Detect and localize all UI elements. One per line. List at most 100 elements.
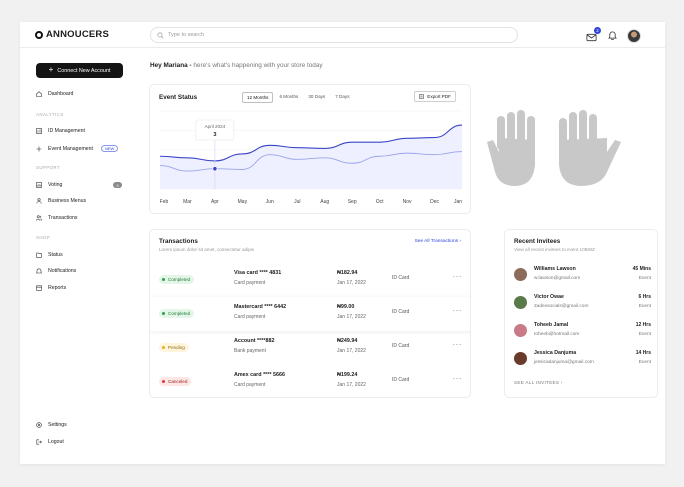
invitee-kind: Event xyxy=(638,360,651,365)
sidebar-item-label: Notifications xyxy=(48,268,77,274)
sidebar-item-business-menus[interactable]: Business Menus xyxy=(36,198,126,204)
transactions-subtitle: Lorem ipsum dolor sit amet, consectetur … xyxy=(159,247,254,252)
x-tick-label: Dec xyxy=(430,199,439,205)
hands-illustration xyxy=(487,110,621,186)
recent-invitees-card: Recent Invitees View all recent invitees… xyxy=(504,229,658,398)
list-item[interactable]: Victor Owae 2adexsocials@gmail.com 6 Hrs… xyxy=(514,292,651,314)
more-options-icon[interactable]: ··· xyxy=(453,306,463,315)
tooltip-date: April 2024 xyxy=(205,124,226,129)
method: ID Card xyxy=(392,309,410,315)
invitee-name: Jessica Danjuma xyxy=(534,350,577,356)
list-item[interactable]: Jessica Danjuma jessicadanjuma@gmail.com… xyxy=(514,348,651,370)
brand-logo[interactable]: ANNOUCERS xyxy=(35,29,109,40)
more-options-icon[interactable]: ··· xyxy=(453,272,463,281)
sidebar-item-dashboard[interactable]: Dashboard xyxy=(36,91,126,97)
sparkle-icon xyxy=(36,146,42,151)
sidebar: + Connect New Account Dashboard ANALYTIC… xyxy=(20,48,138,464)
payment-type: Card payment xyxy=(234,314,266,320)
see-all-invitees-link[interactable]: SEE ALL INVITEES › xyxy=(514,380,563,385)
sidebar-item-label: Business Menus xyxy=(48,198,87,204)
section-label-support: SUPPORT xyxy=(36,165,60,170)
sidebar-item-reports[interactable]: Reports xyxy=(36,285,126,291)
brand-name: ANNOUCERS xyxy=(46,29,110,40)
connect-account-button[interactable]: + Connect New Account xyxy=(36,63,123,78)
status-dot xyxy=(162,278,165,281)
section-label-shop: SHOP xyxy=(36,235,51,240)
search-icon xyxy=(157,31,164,39)
invitee-time: 45 Mins xyxy=(632,266,651,272)
sidebar-item-logout[interactable]: Logout xyxy=(36,439,126,445)
search-input[interactable]: Type to search xyxy=(150,27,518,43)
invitee-name: Victor Owae xyxy=(534,294,564,300)
user-avatar[interactable] xyxy=(627,29,641,43)
greeting-name: Hey Mariana - xyxy=(150,62,192,69)
user-icon xyxy=(36,198,42,204)
sidebar-item-voting[interactable]: Voting 9 xyxy=(36,182,126,188)
date: Jan 17, 2022 xyxy=(337,382,366,388)
x-tick-label: Jan xyxy=(454,199,462,205)
x-tick-label: Oct xyxy=(376,199,384,205)
invitees-subtitle: View all recent invitees to event 10BWZ xyxy=(514,247,595,252)
bar-chart-icon xyxy=(36,128,42,134)
more-options-icon[interactable]: ··· xyxy=(453,340,463,349)
table-row[interactable]: Canceled Amex card **** 5666 Card paymen… xyxy=(150,365,470,397)
avatar xyxy=(514,324,527,337)
more-options-icon[interactable]: ··· xyxy=(453,374,463,383)
card-name: Account ****882 xyxy=(234,338,275,344)
amount: ₦249.94 xyxy=(337,338,358,344)
invitee-email: w.lawson@gmail.com xyxy=(534,276,581,281)
sidebar-item-event-management[interactable]: Event Management NEW xyxy=(36,145,126,152)
sidebar-item-id-management[interactable]: ID Management xyxy=(36,128,126,134)
connect-account-label: Connect New Account xyxy=(57,67,111,74)
amount: ₦99.00 xyxy=(337,304,355,310)
status-badge: Pending xyxy=(159,343,189,352)
method: ID Card xyxy=(392,275,410,281)
invitee-name: Williams Lawson xyxy=(534,266,576,272)
bell-icon xyxy=(36,268,42,274)
logout-icon xyxy=(36,439,42,445)
status-dot xyxy=(162,380,165,383)
notifications-button[interactable] xyxy=(607,27,618,45)
invitee-kind: Event xyxy=(638,304,651,309)
event-status-card: Event Status 12 Months 6 Months 30 Days … xyxy=(149,84,471,214)
method: ID Card xyxy=(392,343,410,349)
invitees-title: Recent Invitees xyxy=(514,238,561,245)
status-dot xyxy=(162,346,165,349)
date: Jan 17, 2022 xyxy=(337,280,366,286)
table-row[interactable]: Completed Visa card **** 4831 Card payme… xyxy=(150,263,470,297)
table-row[interactable]: Completed Mastercard **** 6442 Card paym… xyxy=(150,297,470,331)
status-label: Completed xyxy=(168,277,191,282)
card-name: Amex card **** 5666 xyxy=(234,372,285,378)
status-label: Completed xyxy=(168,311,191,316)
messages-button[interactable]: 2 xyxy=(586,27,601,42)
message-count-badge: 2 xyxy=(594,27,601,34)
status-badge: Completed xyxy=(159,309,195,318)
list-item[interactable]: Toheeb Jamal toheeb@hotmail.com 12 Hrs E… xyxy=(514,320,651,342)
sidebar-item-label: Logout xyxy=(48,439,64,445)
card-name: Visa card **** 4831 xyxy=(234,270,282,276)
x-tick-label: Mar xyxy=(183,199,192,205)
transactions-title: Transactions xyxy=(159,238,198,245)
amount: ₦199.24 xyxy=(337,372,358,378)
table-row[interactable]: Pending Account ****882 Bank payment ₦24… xyxy=(150,331,470,365)
invitee-name: Toheeb Jamal xyxy=(534,322,569,328)
status-badge: Completed xyxy=(159,275,195,284)
list-item[interactable]: Williams Lawson w.lawson@gmail.com 45 Mi… xyxy=(514,264,651,286)
invitee-time: 6 Hrs xyxy=(638,294,651,300)
status-badge: Canceled xyxy=(159,377,192,386)
sidebar-item-status[interactable]: Status xyxy=(36,252,126,258)
sidebar-item-label: Reports xyxy=(48,285,67,291)
amount: ₦182.94 xyxy=(337,270,358,276)
sidebar-item-label: Voting xyxy=(48,182,63,188)
sidebar-item-label: Settings xyxy=(48,422,67,428)
logo-ring-icon xyxy=(35,30,43,39)
card-name: Mastercard **** 6442 xyxy=(234,304,287,310)
see-all-transactions-link[interactable]: See All Transactions › xyxy=(415,239,461,244)
sidebar-item-transactions[interactable]: Transactions xyxy=(36,215,126,221)
sidebar-item-settings[interactable]: Settings xyxy=(36,422,126,428)
invitee-time: 14 Hrs xyxy=(635,350,651,356)
highlight-point[interactable] xyxy=(212,166,218,172)
sidebar-item-notifications[interactable]: Notifications xyxy=(36,268,126,274)
sidebar-item-label: Transactions xyxy=(48,215,78,221)
payment-type: Card payment xyxy=(234,382,266,388)
